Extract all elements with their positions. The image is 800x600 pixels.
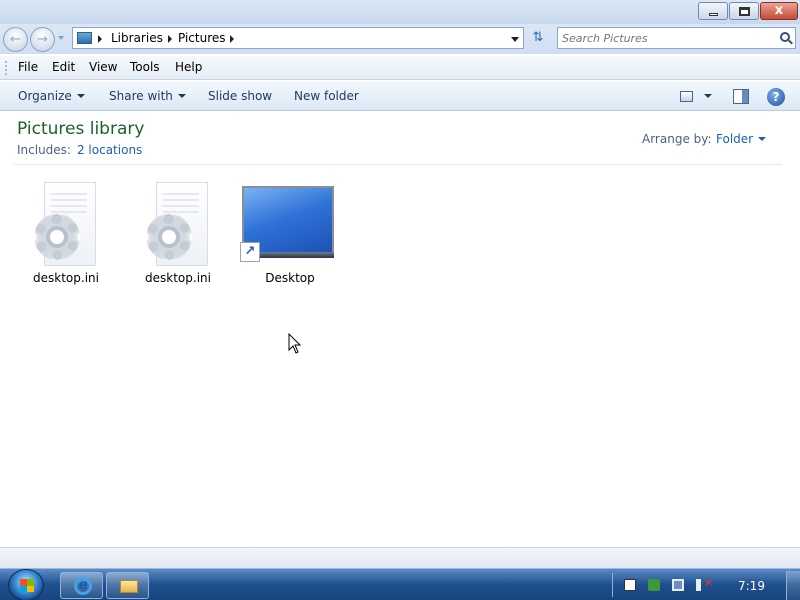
show-desktop-button[interactable] (786, 571, 800, 600)
file-item-desktop-shortcut[interactable]: ↗ Desktop (240, 180, 340, 290)
address-dropdown-icon[interactable] (511, 37, 519, 42)
view-options-chevron-icon[interactable] (704, 94, 712, 98)
arrange-by-value: Folder (716, 132, 754, 146)
organize-label: Organize (18, 89, 72, 103)
menu-view[interactable]: View (89, 60, 117, 74)
arrange-by-label: Arrange by: (642, 132, 712, 146)
window-controls: x (697, 2, 798, 20)
breadcrumb-separator-icon[interactable] (98, 35, 102, 43)
change-view-icon[interactable] (680, 91, 693, 102)
library-title: Pictures library (17, 119, 145, 139)
gear-icon (46, 226, 68, 248)
library-includes: Includes: 2 locations (17, 143, 142, 157)
share-with-label: Share with (109, 89, 173, 103)
breadcrumb-separator-icon[interactable] (230, 35, 234, 43)
mouse-cursor-icon (288, 333, 302, 354)
security-icon[interactable] (648, 579, 660, 591)
library-folder-icon (77, 32, 92, 44)
search-box[interactable] (557, 27, 796, 49)
restore-button[interactable] (729, 2, 759, 20)
file-view[interactable]: Pictures library Includes: 2 locations Ar… (0, 112, 800, 547)
close-button[interactable]: x (760, 2, 798, 20)
windows-start-icon (20, 579, 34, 592)
taskbar: e × 7:19 (0, 568, 800, 600)
refresh-button[interactable]: ⇅ (528, 28, 548, 48)
windows-explorer-icon (120, 580, 138, 593)
slide-show-button[interactable]: Slide show (208, 89, 272, 103)
new-folder-button[interactable]: New folder (294, 89, 359, 103)
breadcrumb-libraries[interactable]: Libraries (111, 31, 163, 45)
help-icon[interactable]: ? (767, 88, 785, 106)
close-icon: x (774, 3, 784, 18)
forward-button[interactable]: → (30, 27, 55, 52)
command-bar: Organize Share with Slide show New folde… (0, 81, 800, 111)
search-icon[interactable] (780, 32, 790, 42)
file-name: Desktop (265, 271, 315, 285)
arrange-by-dropdown[interactable]: Folder (716, 132, 767, 146)
volume-muted-icon[interactable]: × (696, 576, 713, 591)
back-button[interactable]: ← (3, 27, 28, 52)
menu-tools[interactable]: Tools (130, 60, 160, 74)
system-tray: × 7:19 (612, 571, 800, 600)
file-name: desktop.ini (33, 271, 99, 285)
chevron-down-icon (76, 94, 85, 98)
address-bar[interactable]: Libraries Pictures (72, 27, 524, 49)
taskbar-windows-explorer[interactable] (106, 572, 149, 599)
details-pane (0, 547, 800, 568)
locations-link[interactable]: 2 locations (77, 143, 142, 157)
back-arrow-icon: ← (10, 32, 21, 47)
start-button[interactable] (8, 569, 44, 600)
file-item-desktop-ini[interactable]: desktop.ini (128, 180, 228, 290)
includes-label: Includes: (17, 143, 71, 157)
gear-icon (158, 226, 180, 248)
menu-edit[interactable]: Edit (52, 60, 75, 74)
recent-pages-chevron-icon[interactable] (58, 36, 64, 40)
menu-grip (5, 61, 7, 75)
clock[interactable]: 7:19 (738, 579, 765, 593)
network-icon[interactable] (672, 579, 684, 591)
shortcut-arrow-icon: ↗ (240, 242, 260, 262)
chevron-down-icon (177, 94, 186, 98)
chevron-down-icon (758, 137, 767, 141)
breadcrumb-separator-icon[interactable] (168, 35, 172, 43)
file-item-desktop-ini[interactable]: desktop.ini (16, 180, 116, 290)
file-name: desktop.ini (145, 271, 211, 285)
share-with-button[interactable]: Share with (109, 89, 186, 103)
title-bar: x (0, 0, 800, 24)
header-divider (14, 164, 782, 165)
minimize-button[interactable] (698, 2, 728, 20)
refresh-icon: ⇅ (532, 30, 544, 45)
taskbar-internet-explorer[interactable]: e (60, 572, 103, 599)
menu-bar: File Edit View Tools Help (0, 56, 800, 80)
menu-help[interactable]: Help (175, 60, 202, 74)
organize-button[interactable]: Organize (18, 89, 85, 103)
minimize-icon (709, 13, 718, 16)
search-input[interactable] (562, 30, 772, 46)
forward-arrow-icon: → (37, 32, 48, 47)
navigation-bar: ← → Libraries Pictures ⇅ (0, 24, 800, 54)
preview-pane-icon[interactable] (733, 89, 749, 104)
tray-divider (612, 573, 613, 597)
menu-file[interactable]: File (18, 60, 38, 74)
internet-explorer-icon: e (74, 577, 92, 595)
breadcrumb-pictures[interactable]: Pictures (178, 31, 226, 45)
action-center-icon[interactable] (624, 579, 636, 591)
restore-icon (739, 7, 750, 16)
